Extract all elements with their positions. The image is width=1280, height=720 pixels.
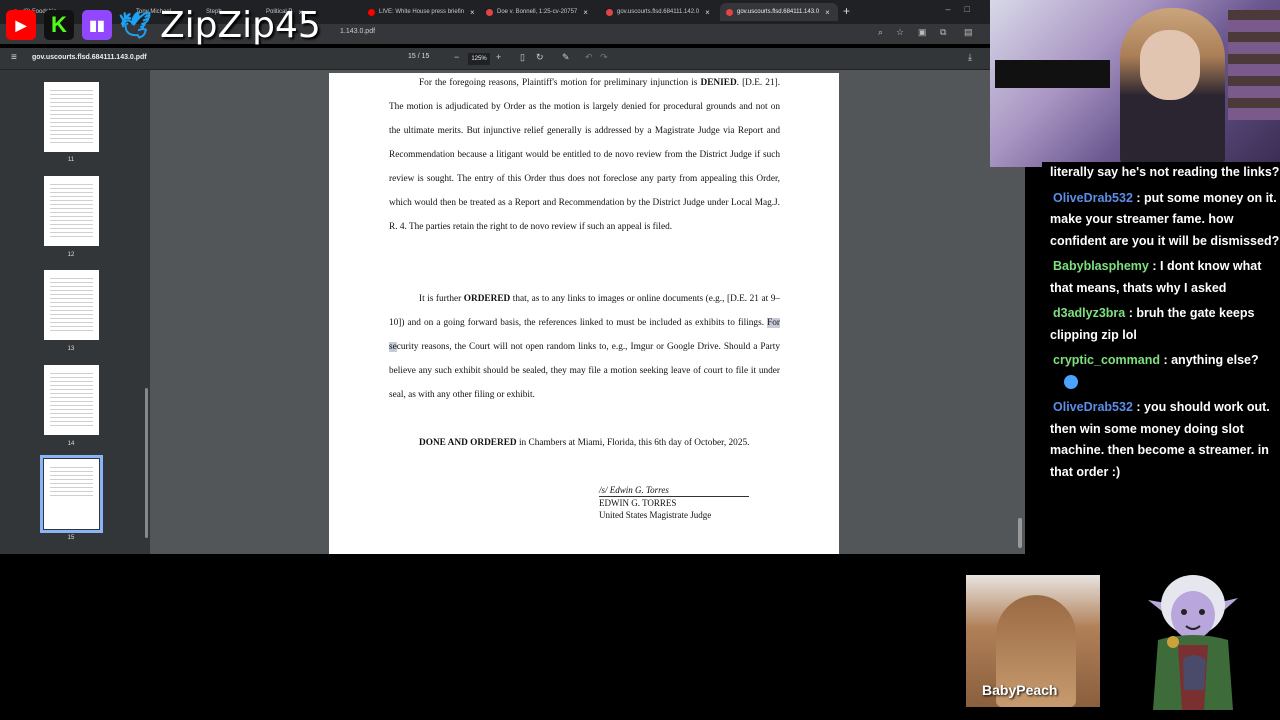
page-scrollbar[interactable] (1018, 518, 1022, 548)
thumbnail-page[interactable] (44, 82, 99, 152)
tab[interactable]: LIVE: White House press briefin × (362, 3, 480, 21)
page-total: 15 (421, 53, 430, 60)
rotate-icon[interactable]: ↻ (536, 52, 544, 63)
streamer-handle: ZipZip45 (160, 4, 321, 46)
guest-name-label: BabyPeach (982, 682, 1058, 698)
thumbnail-page[interactable] (44, 365, 99, 435)
chat-message: OliveDrab532 : put some money on it. mak… (1050, 188, 1280, 253)
twitch-icon: ▮▮ (82, 10, 112, 40)
chat-message: cryptic_command : anything else? (1050, 350, 1280, 393)
sidepanel-icon[interactable]: ▤ (964, 27, 973, 38)
signer-title: United States Magistrate Judge (599, 510, 712, 520)
thumbnail-page-selected[interactable] (40, 455, 103, 533)
pdf-favicon-icon (606, 8, 613, 16)
page-current[interactable]: 15 (408, 53, 416, 60)
twitter-bird-icon: 🕊 (118, 9, 152, 40)
pdf-viewer: 11 12 13 14 15 For the foregoing reasons… (0, 70, 1025, 554)
fit-page-icon[interactable]: ▯ (520, 52, 525, 63)
redo-icon[interactable]: ↷ (600, 52, 608, 63)
url-text[interactable]: 1.143.0.pdf (340, 28, 375, 35)
pdf-favicon-icon (726, 8, 733, 16)
thumbnail-page[interactable] (44, 176, 99, 246)
puzzle-icon[interactable]: ⧉ (940, 27, 946, 38)
page-indicator[interactable]: 15 / 15 (408, 53, 429, 60)
emote-icon (1064, 375, 1078, 390)
thumbnail-number: 12 (67, 252, 75, 258)
zoom-out-button[interactable]: − (454, 52, 459, 62)
close-tab-icon[interactable]: × (825, 8, 830, 17)
kick-icon: K (44, 10, 74, 40)
close-tab-icon[interactable]: × (470, 8, 475, 17)
chat-overlay: literally say he's not reading the links… (1042, 162, 1280, 526)
chat-message: literally say he's not reading the links… (1050, 162, 1280, 184)
chat-username: OliveDrab532 (1053, 190, 1133, 205)
pdf-toolbar: ≡ gov.uscourts.flsd.684111.143.0.pdf 15 … (0, 48, 990, 70)
page-separator: / (417, 53, 420, 60)
paragraph-2: It is further ORDERED that, as to any li… (389, 294, 780, 400)
signer-name: EDWIN G. TORRES (599, 498, 677, 508)
thumbnail-number: 11 (67, 157, 75, 163)
thumbnail-number: 14 (67, 441, 75, 447)
chat-username: OliveDrab532 (1053, 400, 1133, 414)
pdf-favicon-icon (486, 8, 493, 16)
zoom-level[interactable]: 125% (468, 53, 490, 65)
menu-icon[interactable]: ≡ (11, 52, 17, 63)
pdf-filename: gov.uscourts.flsd.684111.143.0.pdf (32, 54, 147, 61)
zoom-icon[interactable]: ⌕ (878, 27, 883, 38)
chat-username: d3adlyz3bra (1053, 306, 1126, 320)
window-controls[interactable]: –□ (946, 4, 984, 14)
paragraph-1: For the foregoing reasons, Plaintiff's m… (389, 78, 781, 232)
bookshelf-image (1228, 10, 1280, 120)
elf-avatar-image (1148, 575, 1238, 710)
thumbnail-sidebar: 11 12 13 14 15 (0, 70, 150, 554)
new-tab-button[interactable]: + (843, 4, 850, 18)
signature-line: /s/ Edwin G. Torres (599, 484, 749, 497)
thumbnail-number: 13 (67, 346, 75, 352)
thumbnail-page[interactable] (44, 270, 99, 340)
pdf-page: For the foregoing reasons, Plaintiff's m… (329, 73, 839, 554)
thumbnail-scrollbar[interactable] (145, 388, 148, 538)
download-icon[interactable]: ⤓ (968, 52, 972, 63)
keyboard-image (995, 60, 1110, 88)
chat-text: literally say he's not reading the links… (1050, 165, 1280, 179)
streamer-webcam (990, 0, 1280, 167)
undo-icon[interactable]: ↶ (585, 52, 593, 63)
stream-screen: (3) Foodship Tony Michael Steph Politica… (0, 0, 1280, 720)
chat-message: OliveDrab532 : you should work out. then… (1050, 397, 1280, 483)
chat-username: Babyblasphemy (1053, 259, 1149, 273)
tab[interactable]: gov.uscourts.flsd.684111.142.0 × (600, 3, 718, 21)
tab[interactable]: Doe v. Bonnell, 1:25-cv-20757 × (480, 3, 598, 21)
social-handle-overlay: ▶ K ▮▮ 🕊 ZipZip45 (6, 4, 321, 46)
paragraph-3: DONE AND ORDERED in Chambers at Miami, F… (419, 438, 750, 448)
youtube-favicon-icon (368, 8, 375, 16)
chat-message: d3adlyz3bra : bruh the gate keeps clippi… (1050, 303, 1280, 346)
chat-username: cryptic_command (1053, 353, 1160, 367)
tab-active[interactable]: gov.uscourts.flsd.684111.143.0 × (720, 3, 838, 21)
bookmark-star-icon[interactable]: ☆ (896, 27, 904, 38)
streamer-face-image (1140, 30, 1200, 100)
thumbnail-number: 15 (67, 535, 75, 541)
annotate-icon[interactable]: ✎ (562, 52, 570, 63)
zoom-in-button[interactable]: + (496, 52, 501, 62)
chat-message: Babyblasphemy : I dont know what that me… (1050, 256, 1280, 299)
close-tab-icon[interactable]: × (583, 8, 588, 17)
youtube-icon: ▶ (6, 10, 36, 40)
close-tab-icon[interactable]: × (705, 8, 710, 17)
extension-icon[interactable]: ▣ (918, 27, 927, 38)
chat-text: : anything else? (1163, 353, 1259, 367)
signature-block: /s/ Edwin G. Torres EDWIN G. TORRES Unit… (599, 484, 749, 521)
